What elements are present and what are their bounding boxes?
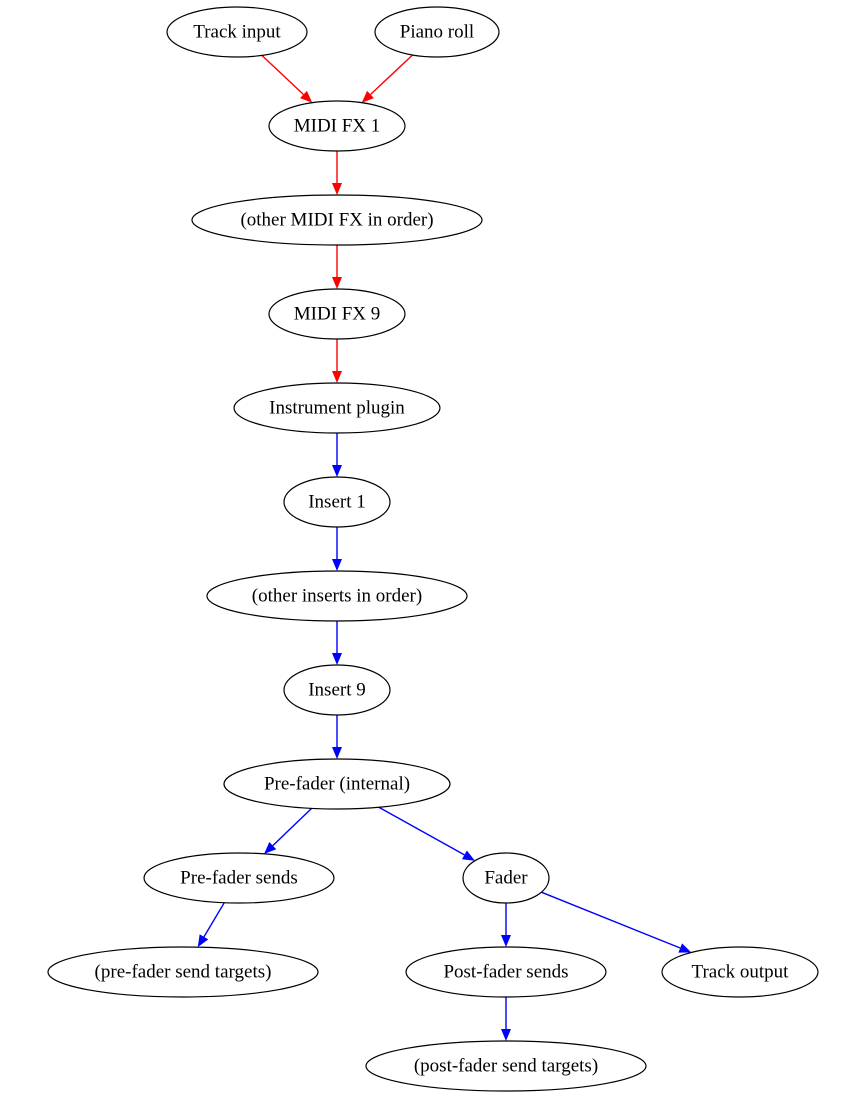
edge-pre_fader_sends-to-pre_targets	[204, 903, 224, 937]
node-insert-9: Insert 9	[284, 665, 390, 715]
node-pre-targets: (pre-fader send targets)	[48, 947, 318, 997]
node-label: (post-fader send targets)	[414, 1055, 598, 1076]
node-label: Post-fader sends	[443, 961, 568, 982]
node-label: Instrument plugin	[269, 397, 405, 418]
arrowhead-icon	[501, 935, 511, 947]
arrowhead-icon	[678, 943, 691, 952]
node-label: (other MIDI FX in order)	[240, 209, 433, 230]
node-label: (pre-fader send targets)	[95, 961, 272, 982]
node-label: Track output	[692, 961, 790, 982]
node-label: Pre-fader (internal)	[264, 773, 410, 794]
node-label: Insert 1	[308, 491, 366, 512]
node-label: MIDI FX 9	[294, 303, 381, 324]
node-label: Track input	[193, 21, 281, 42]
node-label: (other inserts in order)	[252, 585, 422, 606]
arrowhead-icon	[332, 653, 342, 665]
arrowhead-icon	[462, 851, 475, 861]
edge-track_input-to-midi_fx_1	[262, 55, 304, 94]
node-track-output: Track output	[662, 947, 818, 997]
node-post-fader-sends: Post-fader sends	[406, 947, 606, 997]
node-label: MIDI FX 1	[294, 115, 381, 136]
edge-fader-to-track_output	[541, 892, 680, 948]
node-label: Pre-fader sends	[180, 867, 298, 888]
arrowhead-icon	[332, 183, 342, 195]
arrowhead-icon	[332, 747, 342, 759]
node-piano-roll: Piano roll	[375, 7, 499, 57]
arrowhead-icon	[332, 559, 342, 571]
node-fader: Fader	[463, 853, 549, 903]
arrowhead-icon	[332, 465, 342, 477]
signal-flow-diagram: Track input Piano roll MIDI FX 1 (other MID…	[0, 0, 862, 1115]
arrowhead-icon	[501, 1029, 511, 1041]
edge-pre_fader_internal-to-fader	[379, 807, 465, 855]
arrowhead-icon	[332, 371, 342, 383]
edge-pre_fader_internal-to-pre_fader_sends	[273, 808, 312, 845]
node-midi-fx-1: MIDI FX 1	[269, 101, 405, 151]
node-label: Insert 9	[308, 679, 366, 700]
node-post-targets: (post-fader send targets)	[366, 1041, 646, 1091]
node-other-inserts: (other inserts in order)	[207, 571, 467, 621]
node-insert-1: Insert 1	[284, 477, 390, 527]
arrowhead-icon	[332, 277, 342, 289]
arrowhead-icon	[198, 934, 208, 947]
node-other-midi-fx: (other MIDI FX in order)	[192, 195, 482, 245]
edge-piano_roll-to-midi_fx_1	[371, 55, 413, 95]
node-track-input: Track input	[167, 7, 307, 57]
node-instrument-plugin: Instrument plugin	[234, 383, 440, 433]
node-pre-fader-sends: Pre-fader sends	[144, 853, 334, 903]
node-midi-fx-9: MIDI FX 9	[269, 289, 405, 339]
node-label: Fader	[484, 867, 528, 888]
node-pre-fader-internal: Pre-fader (internal)	[224, 759, 450, 809]
node-label: Piano roll	[400, 21, 474, 42]
